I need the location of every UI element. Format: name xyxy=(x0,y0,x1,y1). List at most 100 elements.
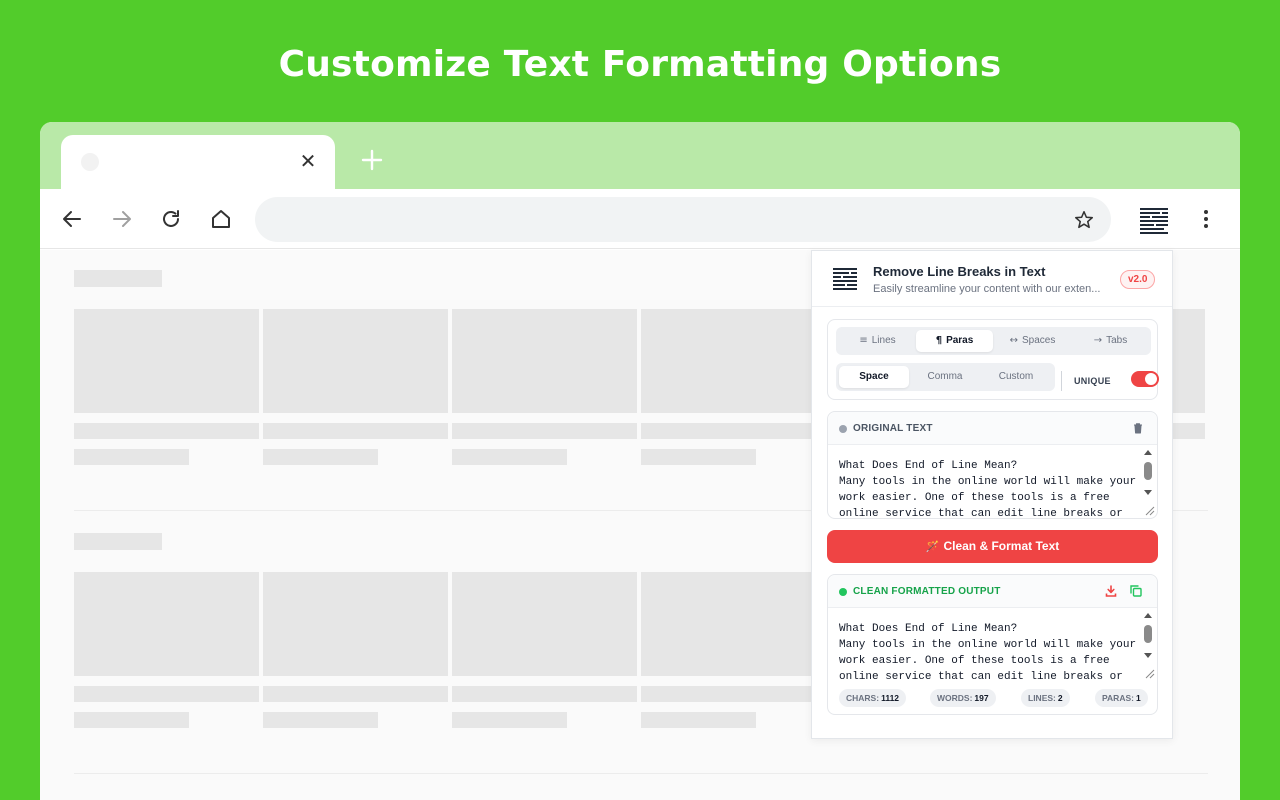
unique-label: UNIQUE xyxy=(1074,376,1111,386)
extension-icon xyxy=(1138,205,1170,237)
skeleton-card xyxy=(452,309,637,413)
browser-toolbar xyxy=(40,189,1240,249)
tab-lines[interactable]: ≡ Lines xyxy=(839,330,916,352)
skeleton-line xyxy=(263,712,378,728)
original-text-input[interactable]: What Does End of Line Mean? Many tools i… xyxy=(828,446,1157,518)
tab-lines-label: Lines xyxy=(871,335,896,346)
magic-wand-icon: 🪄 xyxy=(925,540,940,553)
original-text-card: ORIGINAL TEXT What Does End of Line Mean… xyxy=(827,411,1158,519)
extension-popup: Remove Line Breaks in Text Easily stream… xyxy=(811,250,1173,739)
original-text-label: ORIGINAL TEXT xyxy=(853,423,933,434)
original-text-header: ORIGINAL TEXT xyxy=(828,412,1157,445)
lines-icon: ≡ xyxy=(859,335,868,346)
sep-space[interactable]: Space xyxy=(839,366,909,388)
skeleton-line xyxy=(452,423,637,439)
skeleton-line xyxy=(74,423,259,439)
bookmark-star-button[interactable] xyxy=(1073,209,1095,231)
skeleton-line xyxy=(263,686,448,702)
stats-bar: CHARS: 1112 WORDS: 197 LINES: 2 PARAS: 1 xyxy=(828,683,1157,713)
output-text-area[interactable]: What Does End of Line Mean? Many tools i… xyxy=(828,609,1157,681)
tab-strip: ✕ xyxy=(40,122,1240,189)
reload-button[interactable] xyxy=(159,207,183,231)
scroll-thumb[interactable] xyxy=(1144,625,1152,643)
skeleton-line xyxy=(641,712,756,728)
output-label: CLEAN FORMATTED OUTPUT xyxy=(853,586,1001,597)
copy-icon[interactable] xyxy=(1129,584,1143,598)
tab-tabs[interactable]: → Tabs xyxy=(1072,330,1149,352)
chars-label: CHARS: xyxy=(846,693,880,703)
tabs-icon: → xyxy=(1093,335,1103,346)
extension-button[interactable] xyxy=(1136,203,1172,239)
skeleton-heading xyxy=(74,270,162,287)
browser-tab[interactable]: ✕ xyxy=(61,135,335,189)
success-dot-icon xyxy=(839,588,847,596)
scroll-up-icon xyxy=(1144,613,1152,618)
chars-value: 1112 xyxy=(881,693,900,703)
popup-title: Remove Line Breaks in Text xyxy=(873,264,1046,279)
skeleton-line xyxy=(641,686,826,702)
back-button[interactable] xyxy=(60,207,84,231)
address-bar[interactable] xyxy=(255,197,1111,242)
output-card: CLEAN FORMATTED OUTPUT What Does End of … xyxy=(827,574,1158,715)
output-text-content: What Does End of Line Mean? Many tools i… xyxy=(839,623,1137,681)
sep-custom[interactable]: Custom xyxy=(981,366,1051,388)
words-value: 197 xyxy=(974,693,989,703)
skeleton-line xyxy=(74,712,189,728)
clean-format-button[interactable]: 🪄 Clean & Format Text xyxy=(827,530,1158,563)
tab-paras[interactable]: ¶ Paras xyxy=(916,330,993,352)
scroll-thumb[interactable] xyxy=(1144,462,1152,480)
skeleton-heading xyxy=(74,533,162,550)
paras-stat: PARAS: 1 xyxy=(1095,689,1148,707)
lines-label: LINES: xyxy=(1028,693,1056,703)
sep-comma[interactable]: Comma xyxy=(910,366,980,388)
resize-handle-icon[interactable] xyxy=(1143,667,1155,679)
skeleton-line xyxy=(452,686,637,702)
unique-toggle[interactable] xyxy=(1131,371,1159,387)
clean-format-label: Clean & Format Text xyxy=(943,539,1060,553)
words-stat: WORDS: 197 xyxy=(930,689,996,707)
scroll-down-icon xyxy=(1144,653,1152,658)
scrollbar[interactable] xyxy=(1143,450,1153,512)
paras-value: 1 xyxy=(1135,693,1141,703)
lines-value: 2 xyxy=(1057,693,1063,703)
download-icon[interactable] xyxy=(1104,584,1118,598)
skeleton-line xyxy=(641,449,756,465)
forward-button[interactable] xyxy=(110,207,134,231)
tab-spaces[interactable]: ↔ Spaces xyxy=(994,330,1071,352)
favicon-icon xyxy=(81,153,99,171)
skeleton-card xyxy=(641,572,826,676)
skeleton-line xyxy=(641,423,826,439)
output-header: CLEAN FORMATTED OUTPUT xyxy=(828,575,1157,608)
version-badge: v2.0 xyxy=(1120,270,1156,289)
words-label: WORDS: xyxy=(937,693,973,703)
trash-icon[interactable] xyxy=(1131,421,1145,435)
chars-stat: CHARS: 1112 xyxy=(839,689,907,707)
tab-tabs-label: Tabs xyxy=(1106,335,1128,346)
skeleton-line xyxy=(452,449,567,465)
popup-header: Remove Line Breaks in Text Easily stream… xyxy=(812,251,1172,307)
home-button[interactable] xyxy=(209,207,233,231)
new-tab-button[interactable] xyxy=(358,146,386,174)
browser-menu-button[interactable] xyxy=(1196,207,1216,231)
tab-spaces-label: Spaces xyxy=(1022,335,1056,346)
skeleton-line xyxy=(74,686,259,702)
spaces-icon: ↔ xyxy=(1009,335,1019,346)
skeleton-card xyxy=(641,309,826,413)
skeleton-card xyxy=(74,309,259,413)
resize-handle-icon[interactable] xyxy=(1143,504,1155,516)
skeleton-card xyxy=(263,309,448,413)
forward-icon xyxy=(113,211,131,227)
app-logo-icon xyxy=(833,268,857,290)
skeleton-line xyxy=(263,449,378,465)
separator-tabs: Space Comma Custom xyxy=(836,363,1055,391)
skeleton-card xyxy=(74,572,259,676)
back-icon xyxy=(63,211,81,227)
scrollbar[interactable] xyxy=(1143,613,1153,675)
tab-close-button[interactable]: ✕ xyxy=(296,148,320,174)
skeleton-card xyxy=(452,572,637,676)
tab-paras-label: Paras xyxy=(946,335,974,346)
options-card: ≡ Lines ¶ Paras ↔ Spaces → Tabs Space Comma … xyxy=(827,319,1159,400)
skeleton-line xyxy=(452,712,567,728)
headline: Customize Text Formatting Options xyxy=(278,44,1002,85)
paras-label: PARAS: xyxy=(1102,693,1134,703)
